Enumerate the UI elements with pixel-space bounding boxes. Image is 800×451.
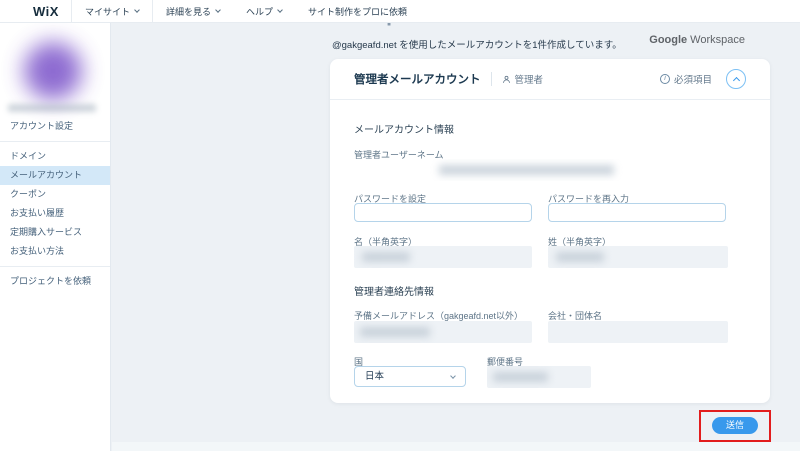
collapse-section-button[interactable] xyxy=(726,69,746,89)
send-button[interactable]: 送信 xyxy=(712,417,758,434)
page-subtitle: @gakgeafd.net を使用したメールアカウントを1件作成しています。 xyxy=(332,37,622,51)
chevron-down-icon xyxy=(277,7,283,13)
redacted-value xyxy=(360,327,430,337)
sidebar-item-mail-accounts[interactable]: メールアカウント xyxy=(0,166,110,185)
nav-hire-pro[interactable]: サイト制作をプロに依頼 xyxy=(295,5,420,18)
contact-info-section-title: 管理者連絡先情報 xyxy=(354,283,434,298)
country-select[interactable]: 日本 xyxy=(354,366,466,387)
redacted-value xyxy=(362,252,410,262)
required-label: 必須項目 xyxy=(674,72,712,86)
admin-mail-account-card: 管理者メールアカウント 管理者 必須項目 メールアカウント情報 管理者ユーザーネ… xyxy=(330,59,770,403)
info-icon xyxy=(660,74,670,84)
card-header: 管理者メールアカウント 管理者 必須項目 xyxy=(330,59,770,100)
company-name-field-redacted[interactable] xyxy=(548,321,728,343)
header-divider xyxy=(491,72,492,86)
card-title: 管理者メールアカウント xyxy=(354,71,481,87)
role-badge: 管理者 xyxy=(502,72,544,86)
account-name-redacted xyxy=(8,104,96,112)
sidebar-item-coupons[interactable]: クーポン xyxy=(0,185,110,204)
google-workspace-logo: GoogleWorkspace xyxy=(649,34,745,46)
sidebar-item-payment-history[interactable]: お支払い履歴 xyxy=(0,204,110,223)
workspace-wordmark: Workspace xyxy=(690,34,745,46)
sidebar-menu: アカウント設定 ドメイン メールアカウント クーポン お支払い履歴 定期購入サー… xyxy=(0,117,110,291)
account-info-section-title: メールアカウント情報 xyxy=(354,121,454,136)
nav-my-sites[interactable]: マイサイト xyxy=(72,5,152,18)
password-confirm-input[interactable] xyxy=(548,203,726,222)
chevron-down-icon xyxy=(215,7,221,13)
sidebar-item-payment-methods[interactable]: お支払い方法 xyxy=(0,242,110,261)
nav-my-sites-label: マイサイト xyxy=(85,5,130,18)
nav-hire-pro-label: サイト制作をプロに依頼 xyxy=(308,5,407,18)
sidebar-divider xyxy=(0,141,110,142)
country-selected-value: 日本 xyxy=(365,371,384,382)
nav-help[interactable]: ヘルプ xyxy=(233,5,295,18)
nav-explore-label: 詳細を見る xyxy=(166,5,211,18)
password-input[interactable] xyxy=(354,203,532,222)
sidebar-item-domains[interactable]: ドメイン xyxy=(0,147,110,166)
footer-band xyxy=(112,442,800,451)
postal-code-field-redacted[interactable] xyxy=(487,366,591,388)
last-name-field-redacted[interactable] xyxy=(548,246,728,268)
avatar xyxy=(24,42,82,100)
sidebar-item-subscriptions[interactable]: 定期購入サービス xyxy=(0,223,110,242)
sidebar-item-hire-project[interactable]: プロジェクトを依頼 xyxy=(0,272,110,291)
first-name-field-redacted[interactable] xyxy=(354,246,532,268)
admin-username-field-redacted[interactable] xyxy=(354,159,746,181)
nav-explore[interactable]: 詳細を見る xyxy=(153,5,233,18)
redacted-value xyxy=(493,372,548,382)
role-label: 管理者 xyxy=(515,72,544,86)
person-icon xyxy=(502,75,511,84)
backup-email-field-redacted[interactable] xyxy=(354,321,532,343)
sidebar-divider xyxy=(0,266,110,267)
top-nav-bar: WiX マイサイト 詳細を見る ヘルプ サイト制作をプロに依頼 xyxy=(0,0,800,23)
chevron-up-icon xyxy=(732,77,739,84)
sidebar-item-account-settings[interactable]: アカウント設定 xyxy=(0,117,110,136)
redacted-value xyxy=(439,165,614,175)
account-sidebar: アカウント設定 ドメイン メールアカウント クーポン お支払い履歴 定期購入サー… xyxy=(0,23,111,451)
chevron-down-icon xyxy=(134,7,140,13)
google-wordmark: Google xyxy=(649,34,687,46)
chevron-down-icon xyxy=(450,373,456,379)
wix-logo[interactable]: WiX xyxy=(33,4,59,19)
redacted-value xyxy=(556,252,604,262)
nav-help-label: ヘルプ xyxy=(246,5,273,18)
required-fields-note: 必須項目 xyxy=(660,72,712,86)
